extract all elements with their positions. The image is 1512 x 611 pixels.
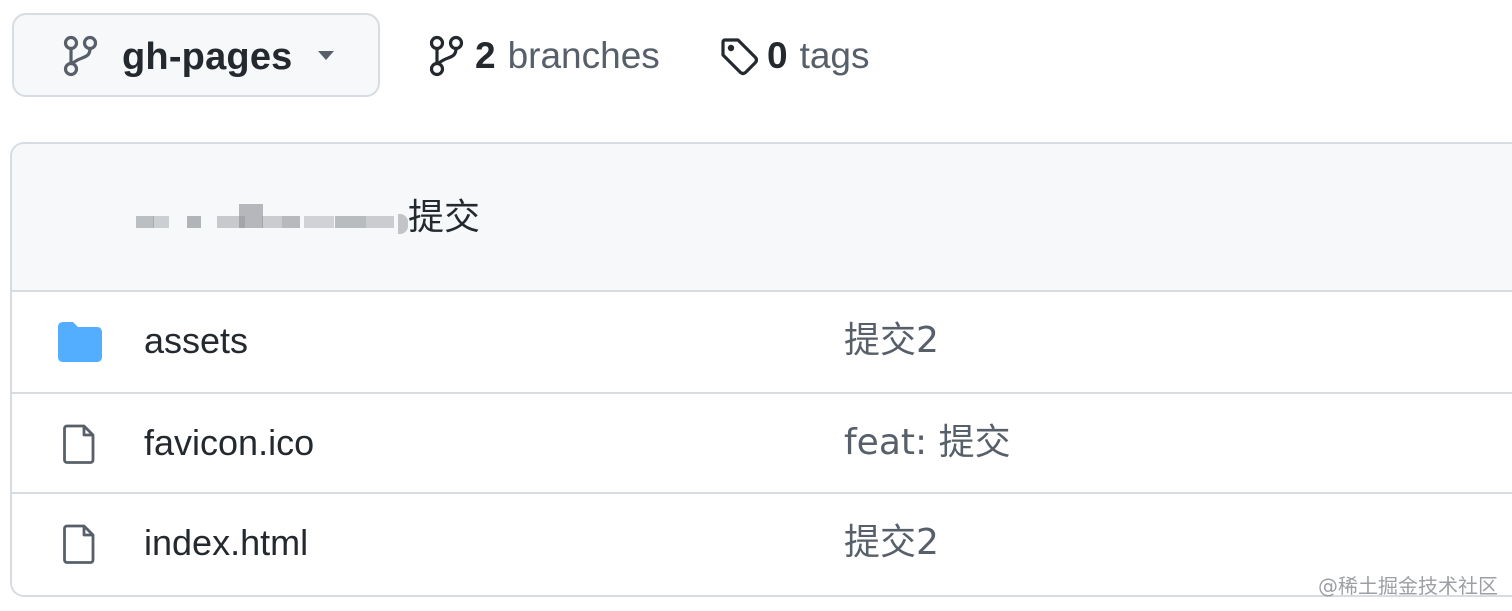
file-name[interactable]: assets — [144, 318, 248, 364]
tags-link[interactable]: 0 tags — [718, 26, 870, 86]
watermark-text: @稀土掘金技术社区 — [1318, 574, 1498, 598]
tag-icon — [721, 38, 758, 76]
branch-selector-button[interactable]: gh-pages — [12, 13, 380, 97]
branches-link[interactable]: 2 branches — [426, 26, 660, 86]
current-branch-name: gh-pages — [122, 36, 293, 78]
file-name[interactable]: favicon.ico — [144, 420, 314, 466]
file-icon — [63, 424, 95, 464]
repository-file-list: 提交 assets 提交2 favicon.ico feat: 提交 index… — [10, 142, 1512, 597]
file-name[interactable]: index.html — [144, 520, 308, 566]
file-row-assets[interactable]: assets 提交2 — [12, 292, 1512, 392]
file-row-favicon-ico[interactable]: favicon.ico feat: 提交 — [12, 392, 1512, 492]
git-branch-icon — [429, 35, 464, 77]
branches-label: branches — [507, 35, 660, 76]
latest-commit-header: 提交 — [12, 144, 1512, 292]
git-branch-icon — [63, 35, 98, 77]
branch-count: 2 — [475, 35, 496, 76]
repository-toolbar: gh-pages 2 branches 0 tags — [0, 0, 1512, 115]
latest-commit-message[interactable]: 提交 — [408, 196, 480, 240]
tag-count: 0 — [767, 35, 788, 76]
tags-label: tags — [799, 35, 870, 76]
folder-icon — [58, 322, 102, 362]
file-row-index-html[interactable]: index.html 提交2 — [12, 492, 1512, 592]
file-commit-message[interactable]: 提交2 — [844, 520, 939, 566]
file-commit-message[interactable]: 提交2 — [844, 318, 939, 364]
caret-down-icon — [318, 51, 334, 60]
file-commit-message[interactable]: feat: 提交 — [844, 420, 1011, 466]
file-icon — [63, 524, 95, 564]
blurred-commit-author — [136, 202, 410, 238]
